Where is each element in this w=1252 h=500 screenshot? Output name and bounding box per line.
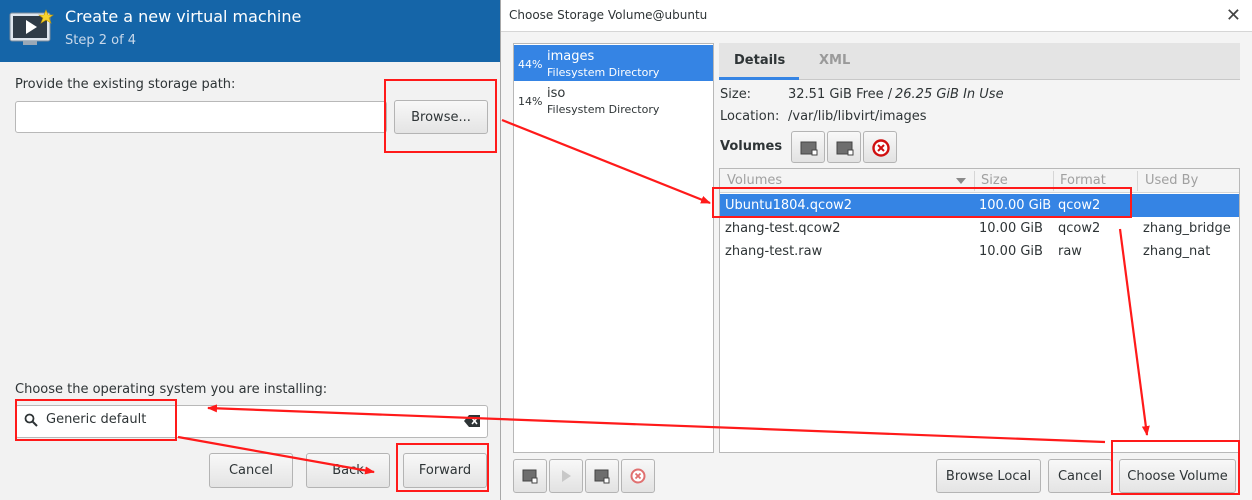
column-separator — [1137, 171, 1138, 191]
delete-pool-icon — [630, 468, 646, 484]
volume-name: zhang-test.qcow2 — [725, 221, 841, 236]
search-icon — [24, 413, 38, 427]
browse-local-button[interactable]: Browse Local — [936, 459, 1041, 493]
choose-volume-button[interactable]: Choose Volume — [1119, 459, 1236, 493]
choose-storage-dialog: Choose Storage Volume@ubuntu ✕ 44% image… — [500, 0, 1252, 500]
column-header-used-by[interactable]: Used By — [1145, 173, 1198, 188]
storage-pool-list: 44% images Filesystem Directory 14% iso … — [513, 43, 714, 453]
table-row[interactable]: Ubuntu1804.qcow2 100.00 GiB qcow2 — [720, 194, 1239, 217]
volumes-label: Volumes — [720, 139, 783, 154]
size-free: 32.51 GiB Free / — [788, 87, 893, 102]
column-header-volumes[interactable]: Volumes — [727, 173, 782, 188]
volume-size: 10.00 GiB — [979, 221, 1043, 236]
monitor-icon — [9, 9, 54, 45]
pool-type: Filesystem Directory — [547, 66, 660, 79]
volume-used-by: zhang_nat — [1143, 244, 1211, 259]
storage-path-label: Provide the existing storage path: — [15, 77, 236, 92]
tab-xml[interactable]: XML — [819, 53, 850, 68]
table-row[interactable]: zhang-test.qcow2 10.00 GiB qcow2 zhang_b… — [720, 217, 1239, 240]
volume-format: qcow2 — [1058, 198, 1101, 213]
delete-volume-button[interactable] — [863, 131, 897, 163]
volume-format: raw — [1058, 244, 1082, 259]
active-tab-indicator — [719, 77, 799, 80]
new-vm-wizard: Create a new virtual machine Step 2 of 4… — [0, 0, 500, 500]
table-header: Volumes Size Format Used By — [720, 169, 1239, 193]
cancel-button[interactable]: Cancel — [209, 453, 293, 488]
column-separator — [1053, 171, 1054, 191]
clear-text-icon[interactable] — [464, 415, 480, 427]
disk-icon — [836, 141, 854, 156]
add-pool-button[interactable] — [513, 459, 547, 493]
column-separator — [974, 171, 975, 191]
pool-usage: 44% — [518, 58, 543, 71]
back-button[interactable]: Back — [306, 453, 390, 488]
wizard-step: Step 2 of 4 — [65, 33, 137, 48]
size-in-use: 26.25 GiB In Use — [895, 87, 1004, 102]
column-header-format[interactable]: Format — [1060, 173, 1106, 188]
volume-name: zhang-test.raw — [725, 244, 823, 259]
refresh-volumes-button[interactable] — [827, 131, 861, 163]
tab-details[interactable]: Details — [734, 53, 785, 68]
sort-descending-icon — [956, 178, 966, 184]
forward-button[interactable]: Forward — [403, 453, 487, 488]
os-search-value: Generic default — [46, 412, 147, 427]
location-label: Location: — [720, 109, 780, 124]
volume-format: qcow2 — [1058, 221, 1101, 236]
volume-used-by: zhang_bridge — [1143, 221, 1231, 236]
pool-item-iso[interactable]: 14% iso Filesystem Directory — [514, 82, 713, 118]
storage-path-input[interactable] — [15, 101, 387, 133]
volumes-table: Volumes Size Format Used By Ubuntu1804.q… — [719, 168, 1240, 453]
stop-pool-icon — [594, 469, 610, 484]
browse-button[interactable]: Browse... — [394, 100, 488, 134]
new-volume-icon — [800, 141, 818, 156]
pool-name: iso — [547, 86, 566, 101]
delete-pool-button[interactable] — [621, 459, 655, 493]
stop-pool-button[interactable] — [585, 459, 619, 493]
wizard-title: Create a new virtual machine — [65, 7, 302, 26]
dialog-cancel-button[interactable]: Cancel — [1048, 459, 1112, 493]
add-volume-button[interactable] — [791, 131, 825, 163]
wizard-header: Create a new virtual machine Step 2 of 4 — [0, 0, 500, 62]
pool-usage: 14% — [518, 95, 543, 108]
add-pool-icon — [522, 469, 538, 484]
pool-item-images[interactable]: 44% images Filesystem Directory — [514, 45, 713, 81]
table-row[interactable]: zhang-test.raw 10.00 GiB raw zhang_nat — [720, 240, 1239, 263]
volume-size: 10.00 GiB — [979, 244, 1043, 259]
play-icon — [562, 470, 571, 482]
volume-size: 100.00 GiB — [979, 198, 1052, 213]
os-label: Choose the operating system you are inst… — [15, 382, 328, 397]
column-header-size[interactable]: Size — [981, 173, 1008, 188]
close-icon[interactable]: ✕ — [1226, 5, 1241, 26]
start-pool-button[interactable] — [549, 459, 583, 493]
pool-type: Filesystem Directory — [547, 103, 660, 116]
delete-icon — [872, 139, 890, 157]
dialog-titlebar: Choose Storage Volume@ubuntu ✕ — [501, 0, 1252, 32]
pool-name: images — [547, 49, 595, 64]
location-value: /var/lib/libvirt/images — [788, 109, 927, 124]
volume-name: Ubuntu1804.qcow2 — [725, 198, 853, 213]
detail-tabs: Details XML — [719, 43, 1240, 80]
size-label: Size: — [720, 87, 752, 102]
dialog-title: Choose Storage Volume@ubuntu — [509, 8, 708, 22]
